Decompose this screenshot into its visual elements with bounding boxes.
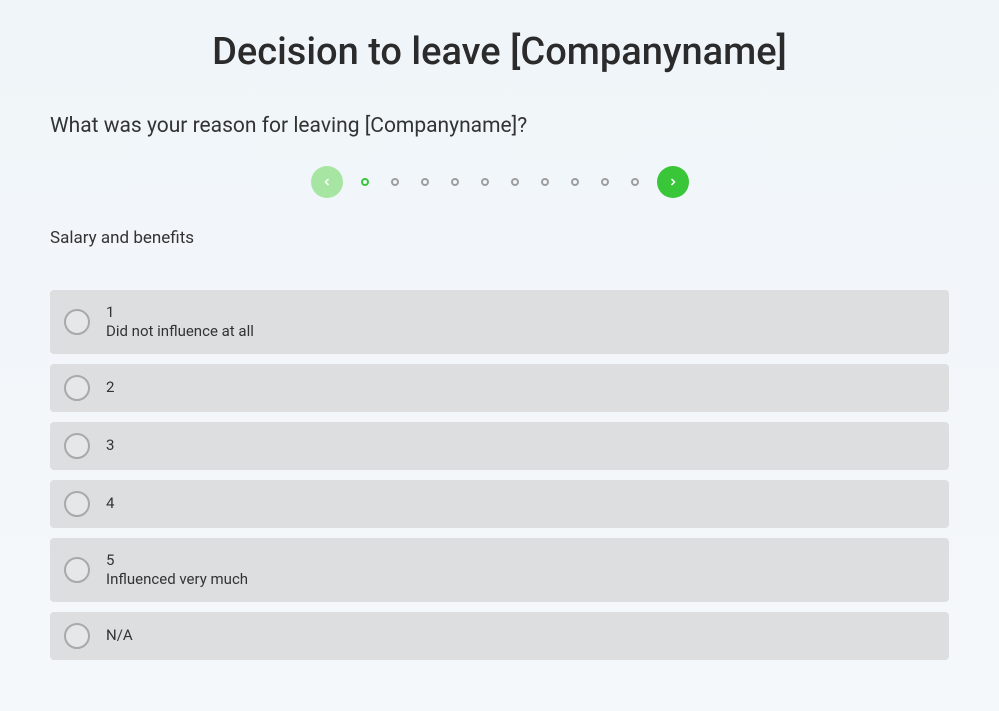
option-value: N/A bbox=[106, 626, 133, 646]
radio-icon bbox=[64, 557, 90, 583]
subtitle-text: Salary and benefits bbox=[50, 228, 949, 248]
question-text: What was your reason for leaving [Compan… bbox=[50, 114, 949, 138]
page-title: Decision to leave [Companyname] bbox=[50, 0, 949, 114]
option-value: 2 bbox=[106, 378, 114, 398]
pager-dots bbox=[361, 178, 639, 186]
pager-dot[interactable] bbox=[481, 178, 489, 186]
option-row[interactable]: 5Influenced very much bbox=[50, 538, 949, 602]
radio-icon bbox=[64, 491, 90, 517]
option-row[interactable]: 4 bbox=[50, 480, 949, 528]
option-value: 1 bbox=[106, 303, 254, 323]
option-value: 4 bbox=[106, 494, 114, 514]
option-label: Did not influence at all bbox=[106, 322, 254, 342]
option-value: 5 bbox=[106, 551, 248, 571]
chevron-right-icon bbox=[667, 176, 679, 188]
radio-icon bbox=[64, 623, 90, 649]
radio-icon bbox=[64, 309, 90, 335]
pager-dot[interactable] bbox=[601, 178, 609, 186]
pager bbox=[50, 166, 949, 198]
chevron-left-icon bbox=[321, 176, 333, 188]
option-text: 4 bbox=[106, 494, 114, 514]
option-label: Influenced very much bbox=[106, 570, 248, 590]
options-list: 1Did not influence at all 2 3 4 5Influenced … bbox=[50, 290, 949, 660]
radio-icon bbox=[64, 433, 90, 459]
pager-dot[interactable] bbox=[511, 178, 519, 186]
option-row[interactable]: 3 bbox=[50, 422, 949, 470]
pager-dot[interactable] bbox=[421, 178, 429, 186]
pager-dot[interactable] bbox=[571, 178, 579, 186]
option-text: 3 bbox=[106, 436, 114, 456]
pager-dot[interactable] bbox=[391, 178, 399, 186]
pager-dot[interactable] bbox=[451, 178, 459, 186]
option-text: 5Influenced very much bbox=[106, 551, 248, 590]
option-row[interactable]: 2 bbox=[50, 364, 949, 412]
option-row[interactable]: N/A bbox=[50, 612, 949, 660]
option-value: 3 bbox=[106, 436, 114, 456]
option-text: N/A bbox=[106, 626, 133, 646]
option-text: 1Did not influence at all bbox=[106, 303, 254, 342]
radio-icon bbox=[64, 375, 90, 401]
next-button[interactable] bbox=[657, 166, 689, 198]
prev-button[interactable] bbox=[311, 166, 343, 198]
pager-dot[interactable] bbox=[631, 178, 639, 186]
pager-dot[interactable] bbox=[361, 178, 369, 186]
option-text: 2 bbox=[106, 378, 114, 398]
pager-dot[interactable] bbox=[541, 178, 549, 186]
option-row[interactable]: 1Did not influence at all bbox=[50, 290, 949, 354]
